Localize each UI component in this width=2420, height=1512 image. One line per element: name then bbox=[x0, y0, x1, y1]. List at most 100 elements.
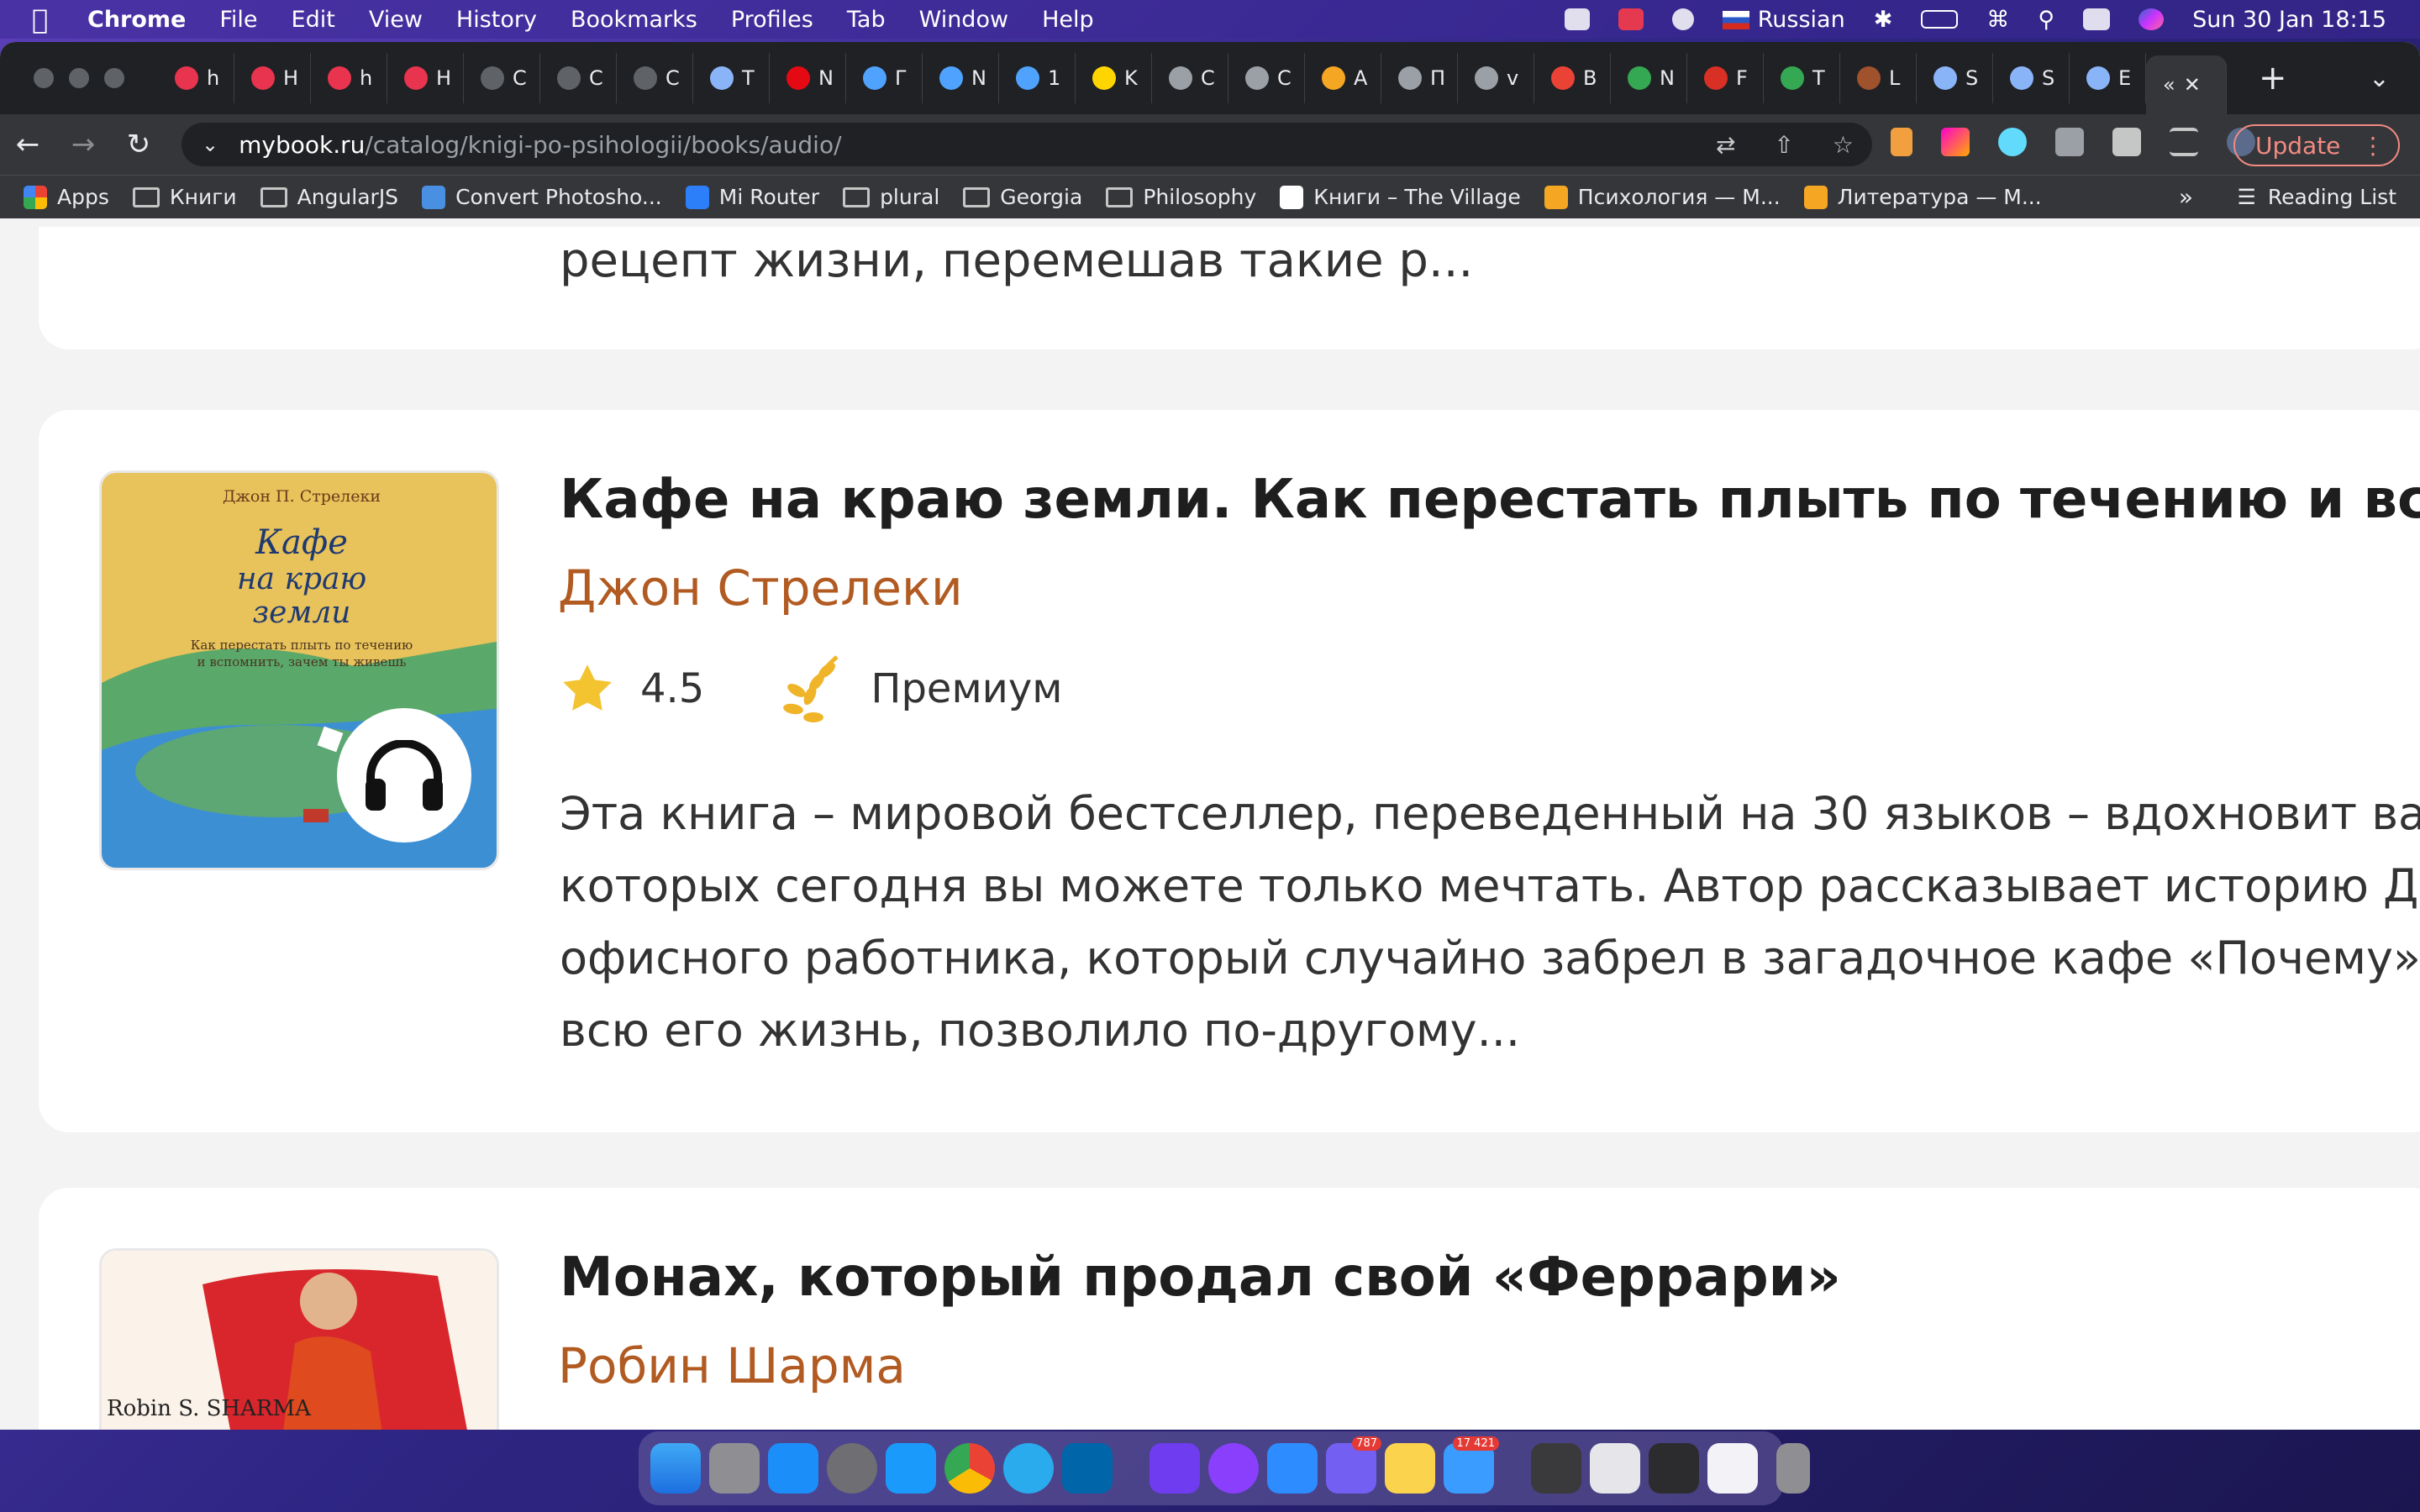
minimized-window-icon[interactable] bbox=[1590, 1443, 1640, 1494]
input-source[interactable]: Russian bbox=[1722, 7, 1845, 33]
reading-list-button[interactable]: ☰ Reading List bbox=[2237, 185, 2396, 209]
bookmark-item[interactable]: Психология — M... bbox=[1544, 185, 1781, 209]
viber-status-icon[interactable] bbox=[1618, 8, 1644, 30]
menu-history[interactable]: History bbox=[456, 7, 537, 33]
podcasts-icon[interactable] bbox=[1208, 1443, 1259, 1494]
tab[interactable]: C bbox=[617, 53, 693, 103]
launchpad-icon[interactable] bbox=[709, 1443, 760, 1494]
finder-icon[interactable] bbox=[650, 1443, 701, 1494]
tab[interactable]: B bbox=[1534, 53, 1611, 103]
book-card[interactable]: Джон П. Стрелеки Кафе на краю земли Как … bbox=[39, 410, 2420, 1132]
menu-help[interactable]: Help bbox=[1042, 7, 1094, 33]
book-title[interactable]: Монах, который продал свой «Феррари» bbox=[560, 1247, 1841, 1309]
bookmark-item[interactable]: Литература — M... bbox=[1803, 185, 2042, 209]
play-status-icon[interactable] bbox=[1671, 8, 1694, 30]
tab[interactable]: Г bbox=[846, 53, 923, 103]
bookmark-item[interactable]: AngularJS bbox=[260, 185, 398, 209]
tab[interactable]: S bbox=[1993, 53, 2070, 103]
tab[interactable]: N bbox=[923, 53, 999, 103]
bookmark-item[interactable]: Книги bbox=[132, 185, 237, 209]
wifi-icon[interactable]: ⌘ bbox=[1986, 7, 2009, 33]
bluetooth-icon[interactable]: ✱ bbox=[1874, 7, 1893, 33]
bookmarks-overflow-button[interactable]: » bbox=[2179, 183, 2193, 211]
app-store-icon[interactable] bbox=[768, 1443, 818, 1494]
book-author[interactable]: Джон Стрелеки bbox=[558, 559, 963, 617]
bookmark-item[interactable]: plural bbox=[843, 185, 939, 209]
tab[interactable]: A bbox=[1305, 53, 1381, 103]
book-cover[interactable]: Джон П. Стрелеки Кафе на краю земли Как … bbox=[99, 470, 499, 870]
vscode-icon[interactable] bbox=[1062, 1443, 1113, 1494]
bookmark-item[interactable]: Mi Router bbox=[685, 185, 819, 209]
spotlight-search-icon[interactable]: ⚲ bbox=[2038, 7, 2054, 33]
tab[interactable]: C bbox=[1228, 53, 1305, 103]
menu-edit[interactable]: Edit bbox=[292, 7, 335, 33]
tab[interactable]: N bbox=[1611, 53, 1687, 103]
minimized-window-icon[interactable] bbox=[1649, 1443, 1699, 1494]
extension-icon[interactable] bbox=[1891, 128, 1912, 156]
tab[interactable]: K bbox=[1076, 53, 1152, 103]
tab[interactable]: N bbox=[770, 53, 846, 103]
tab-active[interactable]: « ✕ bbox=[2146, 55, 2227, 114]
menu-app-name[interactable]: Chrome bbox=[87, 7, 186, 33]
book-card[interactable]: рецепт жизни, перемешав такие р... bbox=[39, 227, 2420, 349]
chevron-down-icon[interactable]: ⌄ bbox=[202, 133, 218, 156]
apple-menu-icon[interactable]:  bbox=[32, 6, 57, 33]
puzzle-extensions-icon[interactable] bbox=[2112, 128, 2141, 156]
system-preferences-icon[interactable] bbox=[827, 1443, 877, 1494]
tab[interactable]: T bbox=[1764, 53, 1840, 103]
forward-button[interactable]: → bbox=[55, 128, 111, 161]
tab[interactable]: C bbox=[1152, 53, 1228, 103]
close-window-button[interactable] bbox=[34, 68, 54, 88]
tab[interactable]: C bbox=[540, 53, 617, 103]
back-button[interactable]: ← bbox=[0, 128, 55, 161]
bookmark-star-icon[interactable]: ☆ bbox=[1833, 131, 1854, 159]
media-controls-icon[interactable] bbox=[2170, 128, 2198, 156]
bookmark-item[interactable]: Книги – The Village bbox=[1280, 185, 1521, 209]
telegram-icon[interactable] bbox=[1003, 1443, 1054, 1494]
audiobook-headphones-button[interactable] bbox=[337, 708, 471, 843]
close-tab-icon[interactable]: ✕ bbox=[2184, 73, 2201, 97]
translate-icon[interactable]: ⇄ bbox=[1716, 131, 1735, 159]
tab[interactable]: E bbox=[2070, 53, 2146, 103]
bookmark-item[interactable]: Convert Photosho... bbox=[422, 185, 662, 209]
minimized-window-icon[interactable] bbox=[1531, 1443, 1581, 1494]
viber-icon[interactable]: 787 bbox=[1326, 1436, 1381, 1494]
tab[interactable]: T bbox=[693, 53, 770, 103]
bookmark-item[interactable]: Philosophy bbox=[1106, 185, 1256, 209]
menu-window[interactable]: Window bbox=[919, 7, 1008, 33]
tab[interactable]: H bbox=[387, 53, 464, 103]
bookmark-item[interactable]: Apps bbox=[24, 185, 109, 209]
more-menu-icon[interactable]: ⋮ bbox=[2361, 132, 2385, 160]
update-button[interactable]: Update ⋮ bbox=[2233, 124, 2400, 166]
tab[interactable]: L bbox=[1840, 53, 1917, 103]
siri-icon[interactable] bbox=[2139, 8, 2165, 30]
book-cover[interactable]: Robin S. SHARMA bbox=[99, 1248, 499, 1430]
battery-icon[interactable] bbox=[1921, 10, 1959, 29]
menu-bookmarks[interactable]: Bookmarks bbox=[571, 7, 697, 33]
book-author[interactable]: Робин Шарма bbox=[558, 1337, 906, 1394]
react-devtools-icon[interactable] bbox=[1998, 128, 2027, 156]
zoom-app-icon[interactable] bbox=[1267, 1443, 1318, 1494]
maximize-window-button[interactable] bbox=[104, 68, 124, 88]
bookmark-item[interactable]: Georgia bbox=[963, 185, 1082, 209]
tab[interactable]: П bbox=[1381, 53, 1458, 103]
clock[interactable]: Sun 30 Jan 18:15 bbox=[2192, 7, 2386, 33]
tab[interactable]: h bbox=[158, 53, 234, 103]
extension-icon[interactable] bbox=[2055, 128, 2084, 156]
extension-icon[interactable] bbox=[1941, 128, 1970, 156]
menu-tab[interactable]: Tab bbox=[847, 7, 886, 33]
trash-icon[interactable] bbox=[1776, 1443, 1810, 1494]
tab[interactable]: F bbox=[1687, 53, 1764, 103]
menu-file[interactable]: File bbox=[219, 7, 257, 33]
zoom-icon[interactable] bbox=[1564, 8, 1590, 30]
book-card[interactable]: Robin S. SHARMA Монах, который продал св… bbox=[39, 1188, 2420, 1430]
control-center-icon[interactable] bbox=[2083, 8, 2111, 30]
book-title[interactable]: Кафе на краю земли. Как перестать плыть … bbox=[560, 469, 2420, 531]
notes-icon[interactable] bbox=[1385, 1443, 1435, 1494]
imovie-icon[interactable] bbox=[1150, 1443, 1200, 1494]
menu-profiles[interactable]: Profiles bbox=[731, 7, 813, 33]
tab[interactable]: 1 bbox=[999, 53, 1076, 103]
tab[interactable]: h bbox=[311, 53, 387, 103]
tab-search-chevron-icon[interactable]: ⌄ bbox=[2369, 64, 2390, 93]
tab[interactable]: H bbox=[234, 53, 311, 103]
